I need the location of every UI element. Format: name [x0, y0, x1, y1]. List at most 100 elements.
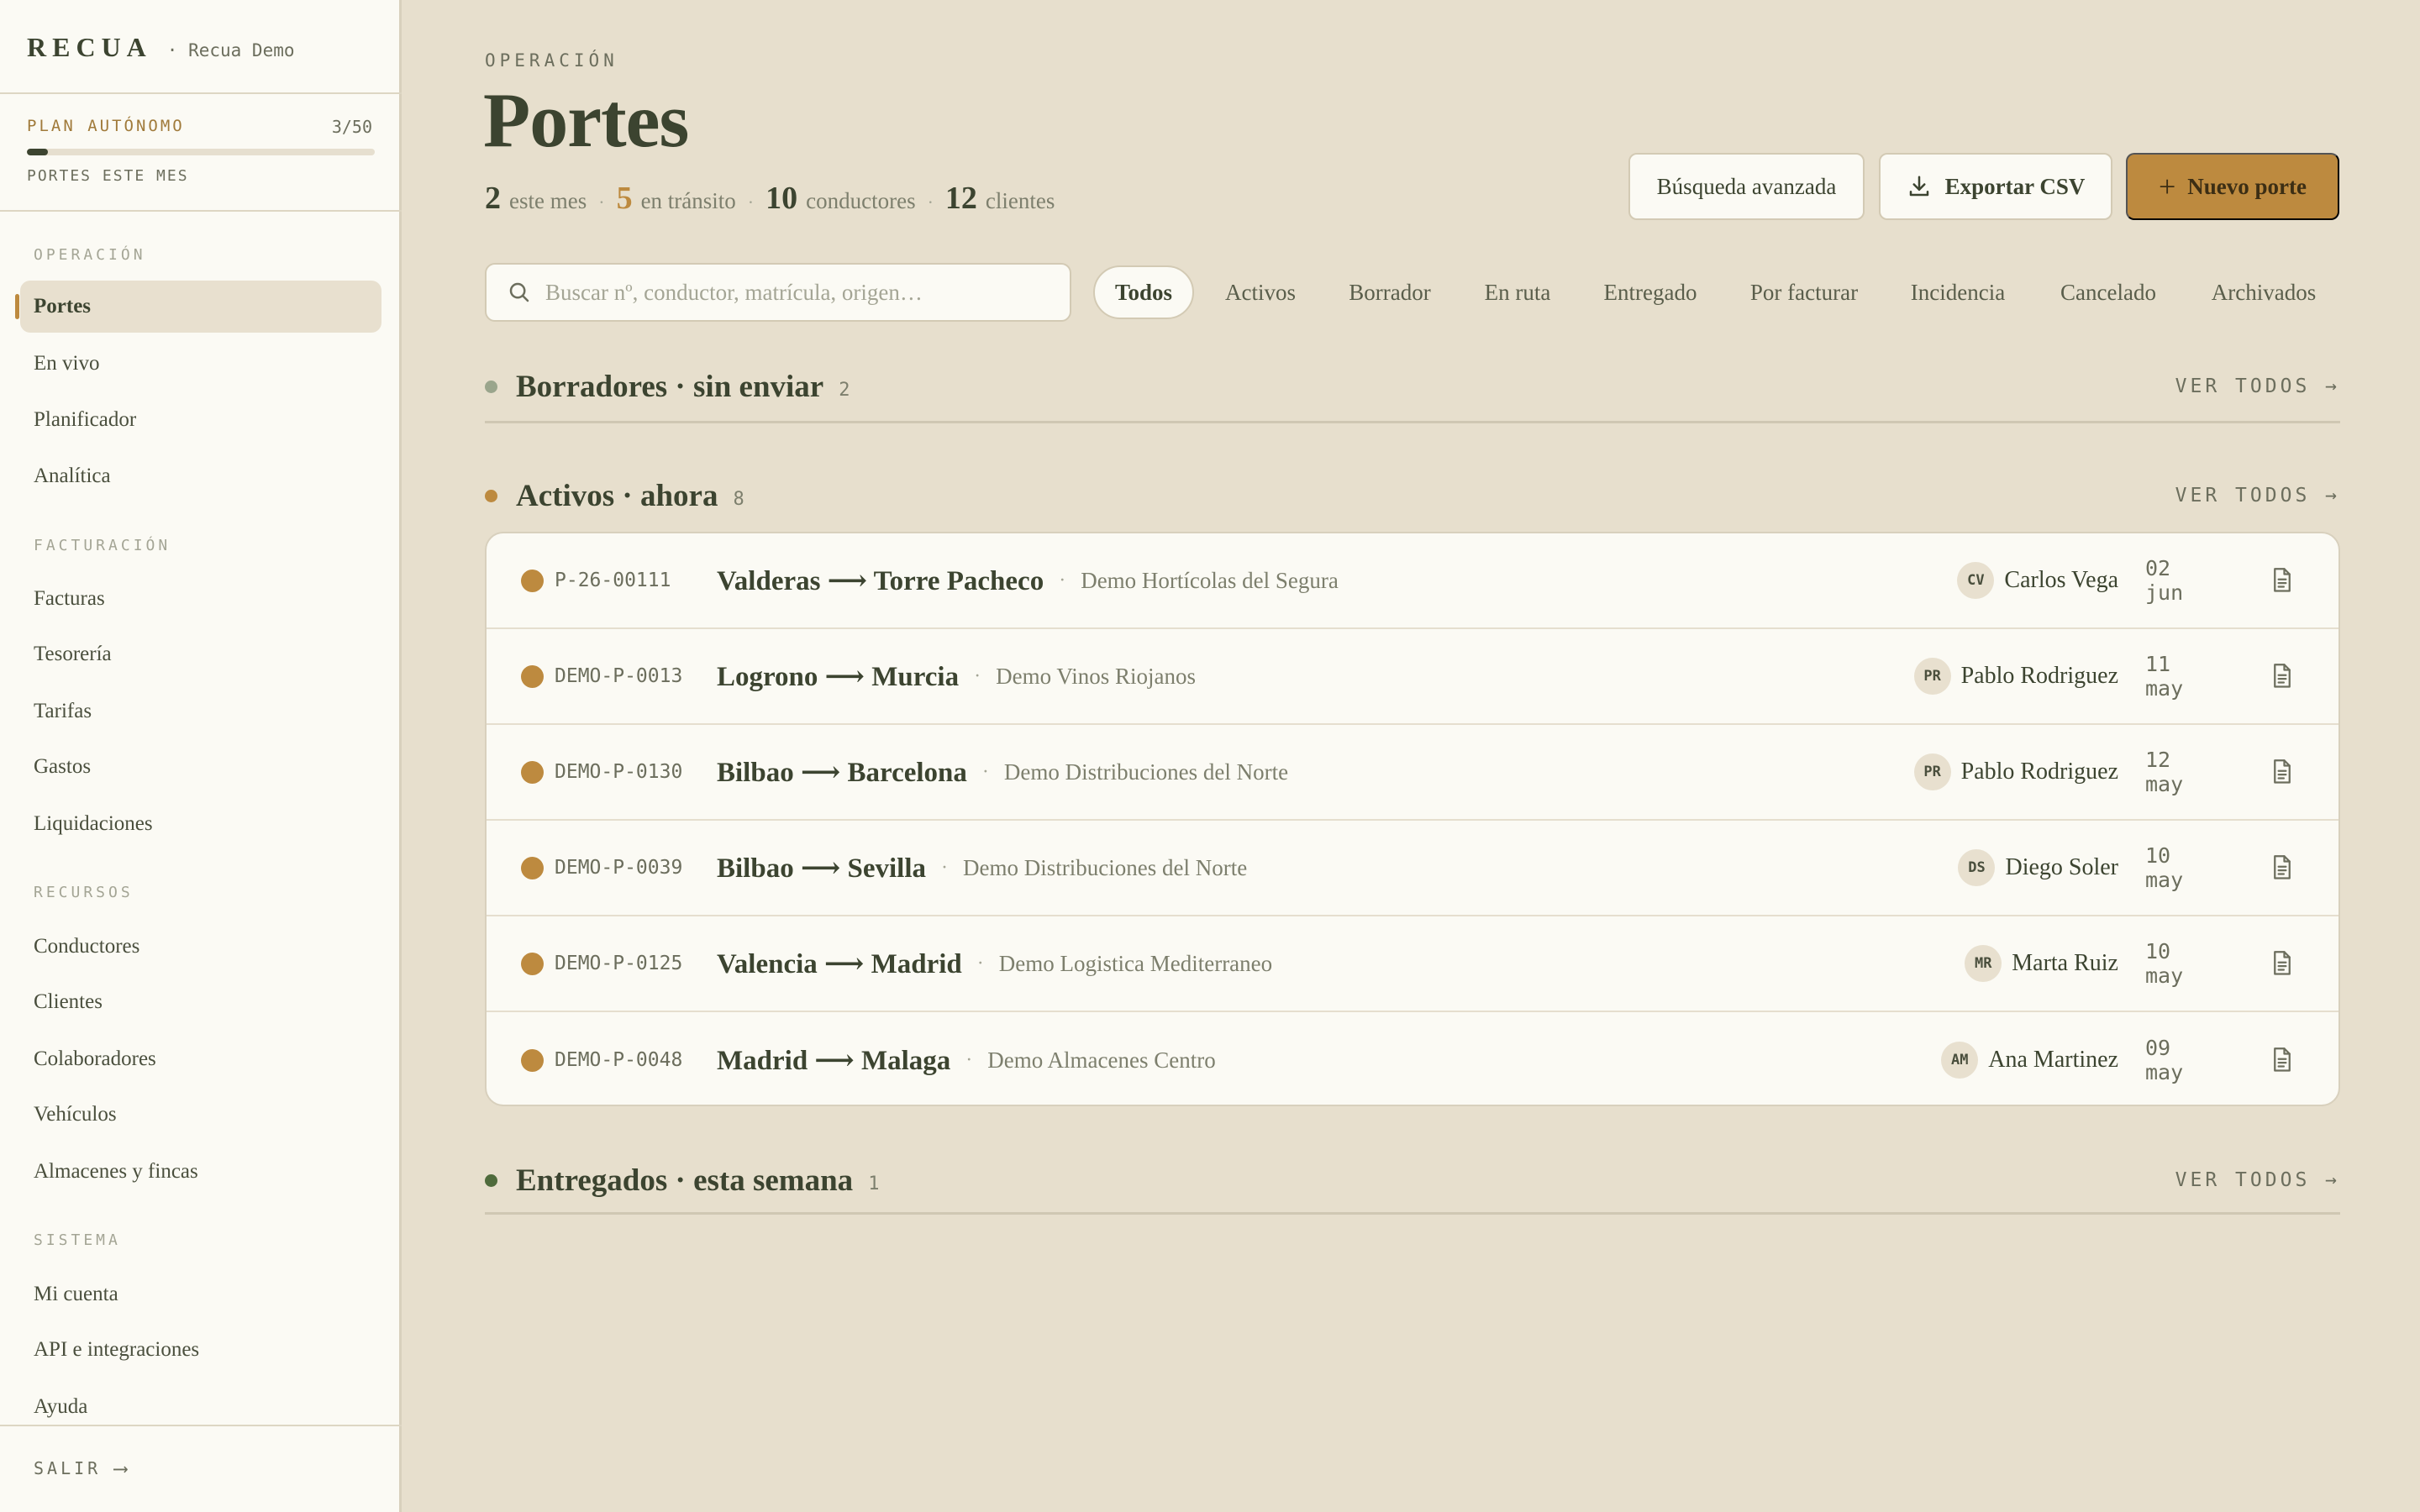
- driver-name: Marta Ruiz: [2012, 950, 2118, 976]
- sidebar-item-gastos[interactable]: Gastos: [20, 741, 381, 793]
- driver-name: Carlos Vega: [2004, 567, 2118, 593]
- section-title: Borradores · sin enviar: [516, 369, 824, 404]
- shipment-date: 02 jun: [2145, 556, 2184, 605]
- driver-name: Pablo Rodriguez: [1960, 759, 2118, 785]
- arrow-right-icon: ⟶: [114, 1457, 127, 1480]
- filter-activos[interactable]: Activos: [1210, 265, 1311, 319]
- stat-label: clientes: [985, 188, 1055, 213]
- separator: ·: [1059, 569, 1066, 591]
- advanced-search-button[interactable]: Búsqueda avanzada: [1628, 153, 1865, 220]
- document-icon[interactable]: [2270, 853, 2295, 882]
- plan-progress-fill: [27, 149, 48, 155]
- search-input[interactable]: [545, 279, 1050, 306]
- sidebar-item-almacenes[interactable]: Almacenes y fincas: [20, 1146, 381, 1198]
- status-dot: [521, 1048, 544, 1072]
- filter-borrador[interactable]: Borrador: [1336, 265, 1444, 319]
- sidebar-item-analitica[interactable]: Analítica: [20, 450, 381, 502]
- avatar: AM: [1941, 1042, 1979, 1079]
- filter-por-facturar[interactable]: Por facturar: [1736, 265, 1872, 319]
- shipment-code: DEMO-P-0130: [555, 761, 683, 783]
- driver-name: Pablo Rodriguez: [1960, 663, 2118, 689]
- status-dot: [485, 489, 497, 502]
- shipment-code: DEMO-P-0048: [555, 1049, 683, 1071]
- list-item[interactable]: DEMO-P-0013 Logrono ⟶ Murcia · Demo Vino…: [487, 629, 2338, 725]
- sidebar-item-facturas[interactable]: Facturas: [20, 573, 381, 625]
- shipment-client: Demo Distribuciones del Norte: [1003, 759, 1289, 785]
- brand: RECUA · Recua Demo: [27, 32, 295, 62]
- sidebar-item-label: Conductores: [34, 935, 140, 958]
- nav-section-sistema: SISTEMA: [34, 1231, 121, 1249]
- plan-count: 3/50: [331, 117, 372, 137]
- stat-value: 12: [944, 181, 977, 216]
- sidebar-item-api[interactable]: API e integraciones: [20, 1324, 381, 1376]
- search-box[interactable]: [485, 263, 1071, 322]
- new-shipment-label: Nuevo porte: [2187, 173, 2307, 199]
- brand-logo[interactable]: RECUA: [27, 32, 152, 63]
- list-item[interactable]: P-26-00111 Valderas ⟶ Torre Pacheco · De…: [487, 533, 2338, 629]
- sidebar-item-mi-cuenta[interactable]: Mi cuenta: [20, 1268, 381, 1320]
- driver: PR Pablo Rodriguez: [1913, 753, 2118, 790]
- shipment-code: DEMO-P-0013: [555, 665, 683, 687]
- nav-section-facturacion: FACTURACIÓN: [34, 537, 171, 554]
- summary-stats: 2 este mes · 5 en tránsito · 10 conducto…: [485, 180, 1055, 217]
- logout-button[interactable]: SALIR ⟶: [34, 1457, 127, 1480]
- stat-value: 10: [765, 181, 798, 216]
- sidebar-item-colaboradores[interactable]: Colaboradores: [20, 1033, 381, 1085]
- document-icon[interactable]: [2270, 662, 2295, 690]
- sidebar-item-conductores[interactable]: Conductores: [20, 921, 381, 973]
- driver-name: Diego Soler: [2005, 854, 2118, 880]
- separator: ·: [974, 664, 981, 687]
- sidebar-item-clientes[interactable]: Clientes: [20, 976, 381, 1028]
- document-icon[interactable]: [2270, 949, 2295, 978]
- sidebar-item-label: Vehículos: [34, 1103, 117, 1126]
- section-divider: [485, 1212, 2340, 1215]
- sidebar-item-tesoreria[interactable]: Tesorería: [20, 628, 381, 680]
- sidebar-item-label: Mi cuenta: [34, 1283, 118, 1305]
- advanced-search-label: Búsqueda avanzada: [1656, 173, 1837, 199]
- see-all-link[interactable]: VER TODOS →: [2175, 1169, 2340, 1191]
- list-item[interactable]: DEMO-P-0130 Bilbao ⟶ Barcelona · Demo Di…: [487, 725, 2338, 821]
- sidebar-item-label: Liquidaciones: [34, 812, 153, 835]
- sidebar-item-portes[interactable]: Portes: [15, 281, 381, 333]
- driver-name: Ana Martinez: [1988, 1047, 2118, 1073]
- sidebar-item-label: Portes: [34, 295, 92, 318]
- shipment-client: Demo Logistica Mediterraneo: [998, 950, 1273, 976]
- document-icon[interactable]: [2270, 758, 2295, 786]
- separator: ·: [976, 952, 984, 974]
- section-count: 8: [733, 488, 744, 510]
- avatar: DS: [1958, 849, 1996, 886]
- filter-todos[interactable]: Todos: [1093, 265, 1194, 319]
- sidebar-item-label: Facturas: [34, 587, 105, 610]
- document-icon[interactable]: [2270, 566, 2295, 595]
- driver: CV Carlos Vega: [1957, 562, 2118, 599]
- plan-caption: PORTES ESTE MES: [27, 167, 189, 185]
- list-item[interactable]: DEMO-P-0039 Bilbao ⟶ Sevilla · Demo Dist…: [487, 821, 2338, 916]
- filter-entregado[interactable]: Entregado: [1591, 265, 1709, 319]
- see-all-link[interactable]: VER TODOS →: [2175, 485, 2340, 507]
- sidebar-item-en-vivo[interactable]: En vivo: [20, 338, 381, 390]
- export-csv-button[interactable]: Exportar CSV: [1879, 153, 2112, 220]
- list-item[interactable]: DEMO-P-0048 Madrid ⟶ Malaga · Demo Almac…: [487, 1012, 2338, 1105]
- shipment-date: 10 may: [2145, 843, 2184, 892]
- export-csv-label: Exportar CSV: [1944, 173, 2086, 199]
- filter-archivados[interactable]: Archivados: [2198, 265, 2329, 319]
- shipment-code: DEMO-P-0125: [555, 953, 683, 974]
- driver: MR Marta Ruiz: [1965, 945, 2118, 982]
- new-shipment-button[interactable]: + Nuevo porte: [2126, 153, 2339, 220]
- workspace-name: · Recua Demo: [166, 40, 295, 60]
- filter-cancelado[interactable]: Cancelado: [2044, 265, 2173, 319]
- sidebar-item-vehiculos[interactable]: Vehículos: [20, 1089, 381, 1141]
- sidebar-item-liquidaciones[interactable]: Liquidaciones: [20, 798, 381, 850]
- separator: ·: [981, 760, 989, 783]
- active-shipments-list: P-26-00111 Valderas ⟶ Torre Pacheco · De…: [485, 532, 2340, 1106]
- sidebar-item-tarifas[interactable]: Tarifas: [20, 685, 381, 738]
- driver: PR Pablo Rodriguez: [1913, 658, 2118, 695]
- section-divider: [485, 421, 2340, 423]
- list-item[interactable]: DEMO-P-0125 Valencia ⟶ Madrid · Demo Log…: [487, 916, 2338, 1012]
- sidebar-item-planificador[interactable]: Planificador: [20, 394, 381, 446]
- filter-incidencia[interactable]: Incidencia: [1899, 265, 2017, 319]
- see-all-link[interactable]: VER TODOS →: [2175, 375, 2340, 397]
- document-icon[interactable]: [2270, 1046, 2295, 1074]
- filter-en-ruta[interactable]: En ruta: [1469, 265, 1566, 319]
- avatar: PR: [1913, 658, 1951, 695]
